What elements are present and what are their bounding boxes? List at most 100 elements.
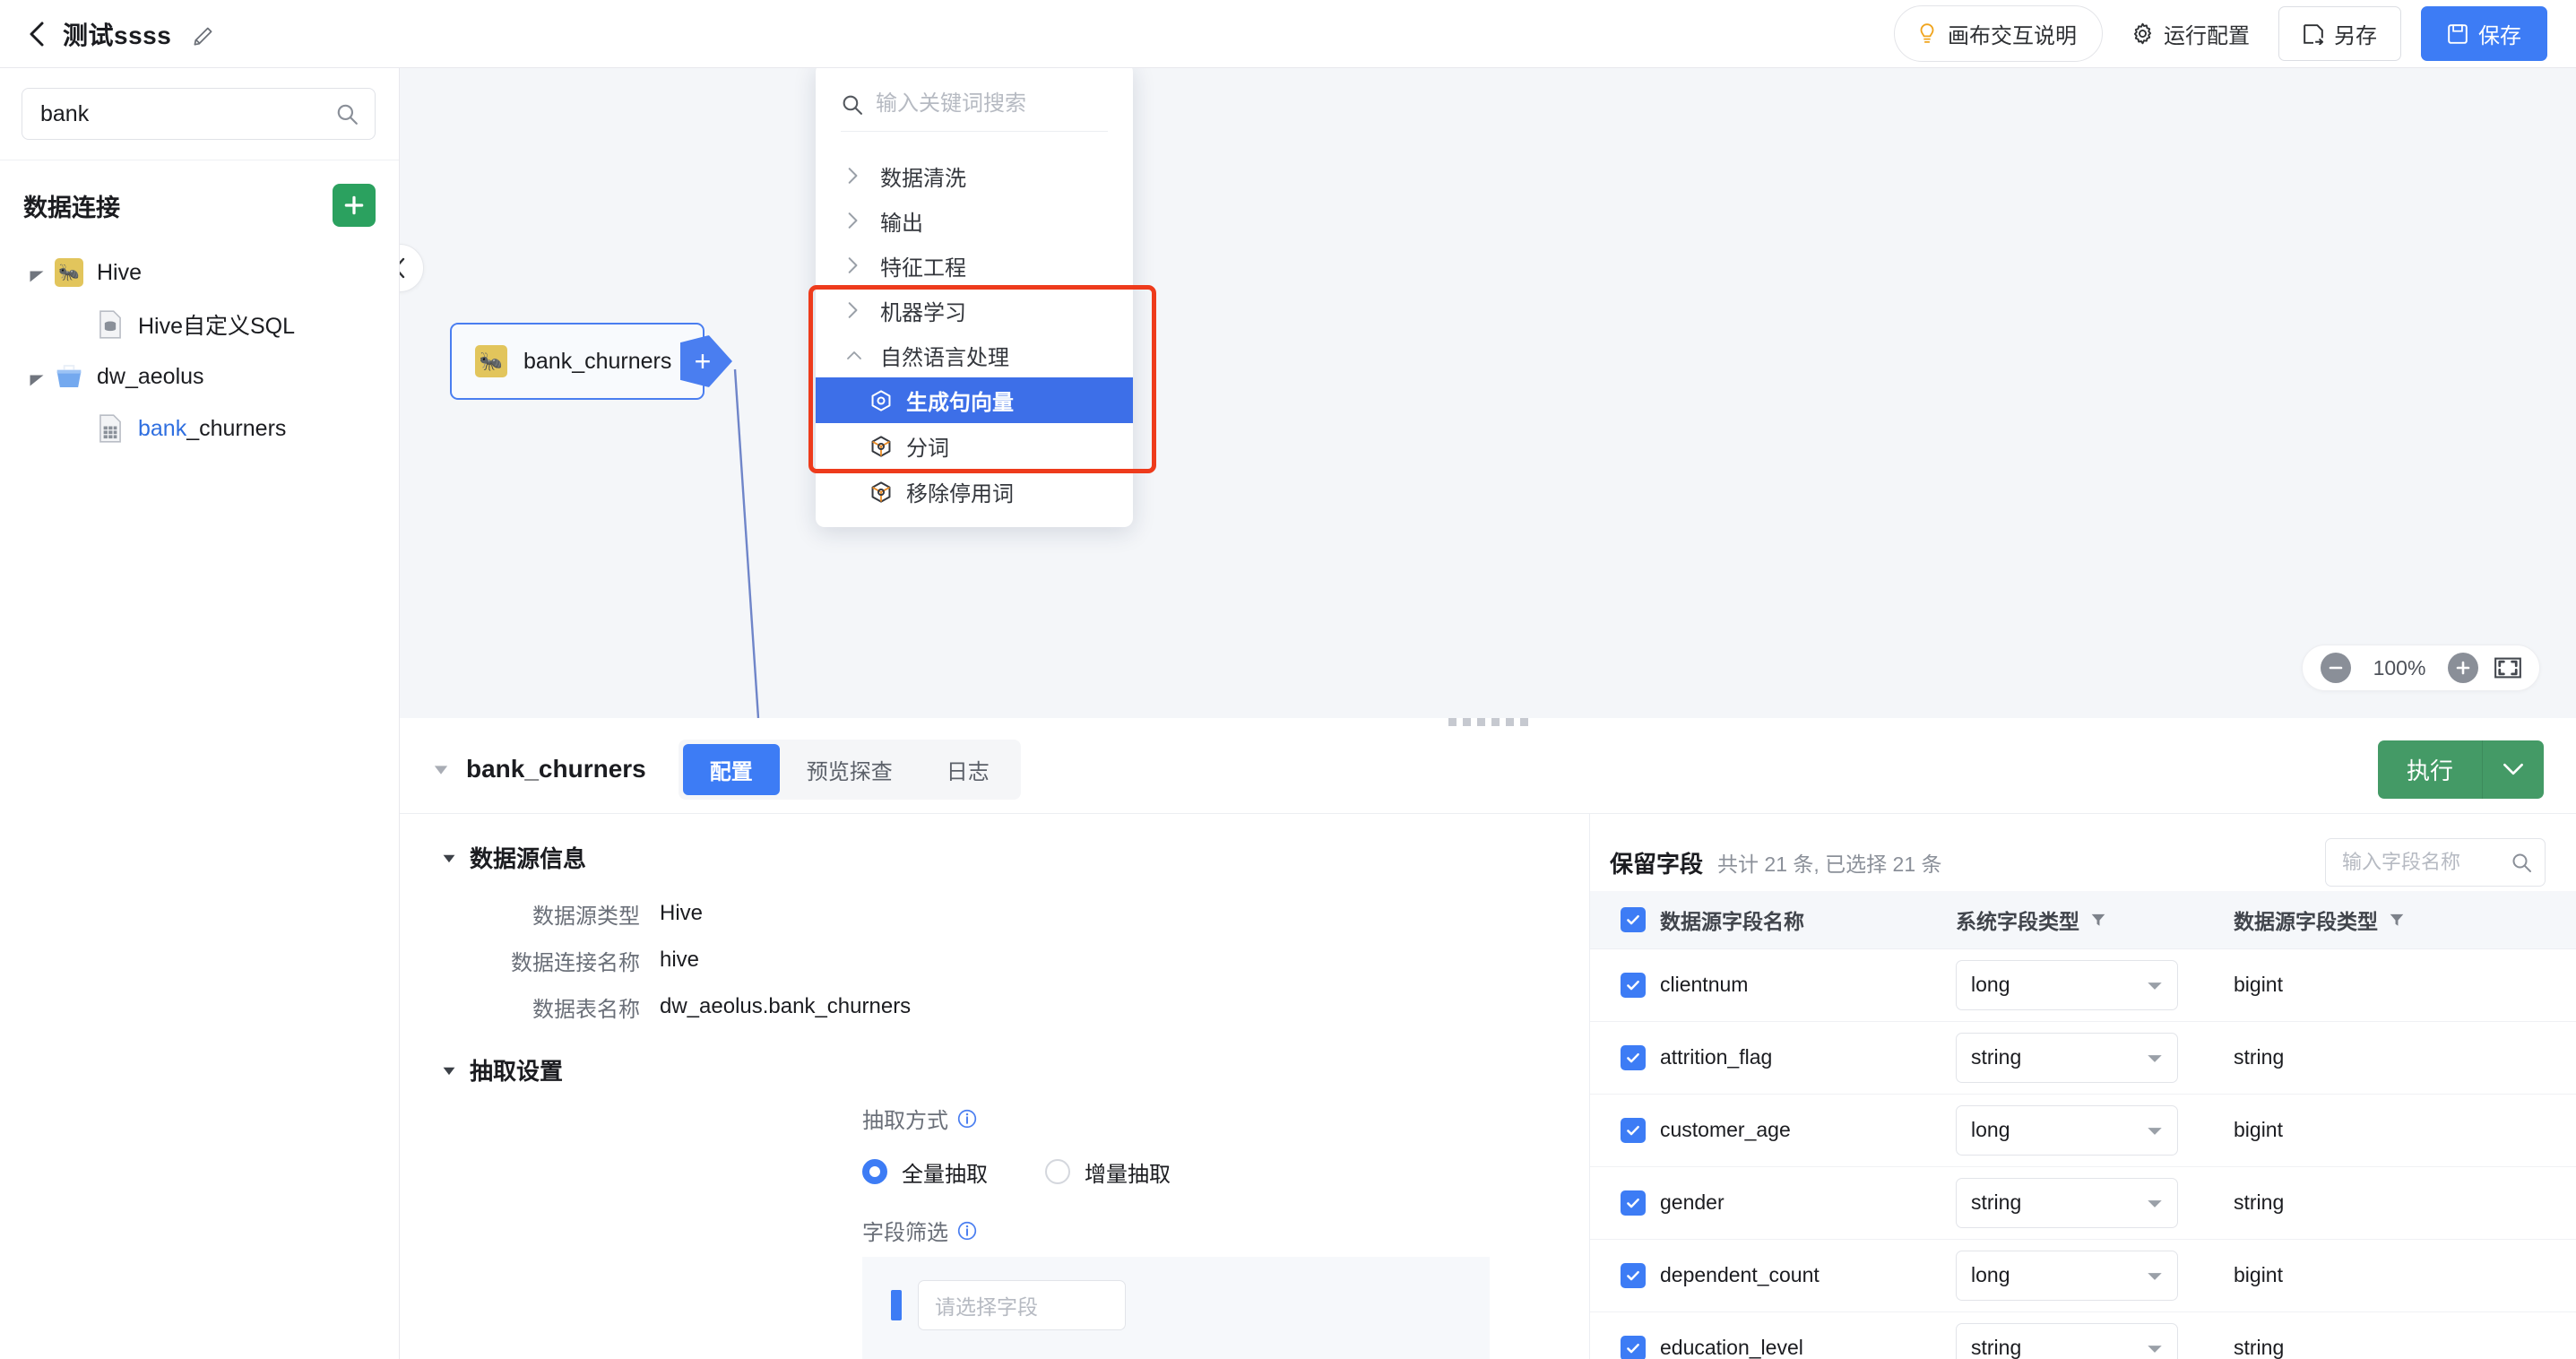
- row-field-name: gender: [1660, 1166, 1956, 1239]
- bottom-panel-title: bank_churners: [466, 755, 646, 783]
- pencil-icon[interactable]: [193, 22, 216, 46]
- tab-preview[interactable]: 预览探查: [780, 744, 920, 795]
- save-label: 保存: [2478, 18, 2521, 49]
- add-connection-button[interactable]: [333, 184, 376, 227]
- extract-mode-radios: 全量抽取 增量抽取: [400, 1145, 1589, 1199]
- column-label: 数据源字段类型: [2234, 905, 2378, 935]
- tree-item-dw-aeolus[interactable]: dw_aeolus: [0, 351, 399, 403]
- bottom-panel: bank_churners 配置 预览探查 日志 执行 数据源: [400, 725, 2576, 1359]
- search-box[interactable]: [22, 88, 376, 140]
- canvas-node-bank-churners[interactable]: 🐜 bank_churners +: [450, 323, 705, 400]
- info-icon[interactable]: [957, 1109, 977, 1129]
- caret-down-icon[interactable]: [29, 368, 47, 385]
- table-row[interactable]: dependent_count long bigint: [1590, 1239, 2576, 1311]
- tree-item-bank-churners[interactable]: bank_churners: [0, 403, 399, 454]
- operator-palette[interactable]: 数据清洗 输出 特征工程: [816, 68, 1133, 527]
- field-search-box[interactable]: [2325, 838, 2546, 887]
- chevron-right-icon: [846, 256, 866, 274]
- column-header-inner: 数据源字段类型: [2234, 905, 2576, 935]
- system-type-select[interactable]: long: [1956, 1251, 2178, 1301]
- caret-down-icon: [441, 850, 457, 866]
- tab-log[interactable]: 日志: [920, 744, 1016, 795]
- save-as-button[interactable]: 另存: [2278, 6, 2401, 61]
- left-sidebar: 数据连接 🐜 Hive Hive自定义: [0, 68, 400, 1359]
- fit-screen-icon[interactable]: [2494, 657, 2521, 679]
- chevron-down-icon: [2147, 1336, 2163, 1359]
- row-checkbox[interactable]: [1621, 1336, 1646, 1359]
- search-icon[interactable]: [2511, 852, 2532, 873]
- filter-icon[interactable]: [2090, 912, 2106, 928]
- palette-group-data-cleaning[interactable]: 数据清洗: [816, 153, 1133, 198]
- row-source-type: bigint: [2234, 948, 2576, 1021]
- save-button[interactable]: 保存: [2421, 6, 2547, 61]
- collapse-caret-icon[interactable]: [432, 760, 450, 778]
- palette-group-label: 特征工程: [880, 250, 966, 281]
- palette-group-nlp[interactable]: 自然语言处理: [816, 333, 1133, 377]
- chevron-up-icon: [846, 346, 866, 364]
- run-button-label[interactable]: 执行: [2378, 740, 2483, 799]
- info-icon[interactable]: [957, 1221, 977, 1241]
- select-all-checkbox[interactable]: [1621, 907, 1646, 932]
- system-type-select[interactable]: string: [1956, 1178, 2178, 1228]
- chevron-down-icon: [2147, 1118, 2163, 1142]
- chevron-down-icon[interactable]: [2483, 740, 2544, 799]
- zoom-in-button[interactable]: [2448, 653, 2478, 683]
- system-type-select[interactable]: string: [1956, 1323, 2178, 1359]
- palette-search-input[interactable]: [876, 91, 1108, 117]
- row-checkbox[interactable]: [1621, 1045, 1646, 1070]
- table-row[interactable]: gender string string: [1590, 1166, 2576, 1239]
- row-checkbox[interactable]: [1621, 1190, 1646, 1216]
- radio-full-extract[interactable]: 全量抽取: [862, 1156, 988, 1188]
- table-row[interactable]: clientnum long bigint: [1590, 948, 2576, 1021]
- tab-config[interactable]: 配置: [683, 744, 780, 795]
- back-chevron-icon[interactable]: [27, 24, 47, 44]
- run-button[interactable]: 执行: [2378, 740, 2544, 799]
- search-input[interactable]: [40, 101, 335, 127]
- field-select[interactable]: 请选择字段: [918, 1280, 1126, 1330]
- palette-item-sentence-vector[interactable]: 生成句向量: [816, 377, 1133, 423]
- table-row[interactable]: attrition_flag string string: [1590, 1021, 2576, 1094]
- caret-down-icon[interactable]: [29, 264, 47, 281]
- bottom-panel-tabs: 配置 预览探查 日志: [679, 740, 1021, 800]
- run-config-button[interactable]: 运行配置: [2122, 6, 2259, 61]
- palette-item-remove-stopwords[interactable]: 移除停用词: [816, 469, 1133, 515]
- system-type-select[interactable]: long: [1956, 960, 2178, 1010]
- tree-item-label: Hive自定义SQL: [138, 308, 295, 341]
- chevron-down-icon: [2147, 1045, 2163, 1069]
- flow-canvas[interactable]: 🐜 bank_churners + 数据清洗: [400, 68, 2576, 718]
- radio-incremental-extract[interactable]: 增量抽取: [1045, 1156, 1171, 1188]
- table-row[interactable]: customer_age long bigint: [1590, 1094, 2576, 1166]
- zoom-out-button[interactable]: [2321, 653, 2351, 683]
- field-filter-row: 请选择字段: [862, 1280, 1490, 1330]
- filter-icon[interactable]: [2389, 912, 2405, 928]
- palette-search[interactable]: [841, 91, 1108, 132]
- field-search-input[interactable]: [2342, 851, 2511, 874]
- row-system-type-cell: string: [1956, 1021, 2234, 1094]
- canvas-help-label: 画布交互说明: [1948, 18, 2077, 49]
- datasource-section-title[interactable]: 数据源信息: [400, 841, 1589, 874]
- panel-resize-handle[interactable]: [400, 718, 2576, 725]
- system-type-select[interactable]: long: [1956, 1105, 2178, 1156]
- row-system-type-cell: long: [1956, 1239, 2234, 1311]
- row-checkbox[interactable]: [1621, 1118, 1646, 1143]
- row-checkbox[interactable]: [1621, 973, 1646, 998]
- radio-dot: [1045, 1159, 1070, 1184]
- tree-item-hive-custom-sql[interactable]: Hive自定义SQL: [0, 299, 399, 351]
- table-header-row: 数据源字段名称 系统字段类型: [1590, 891, 2576, 948]
- tree-item-hive[interactable]: 🐜 Hive: [0, 247, 399, 299]
- palette-group-feature-engineering[interactable]: 特征工程: [816, 243, 1133, 288]
- extract-section-title[interactable]: 抽取设置: [400, 1053, 1589, 1086]
- palette-group-machine-learning[interactable]: 机器学习: [816, 288, 1133, 333]
- sidebar-collapse-button[interactable]: [400, 244, 424, 292]
- canvas-help-button[interactable]: 画布交互说明: [1894, 5, 2103, 62]
- row-checkbox[interactable]: [1621, 1263, 1646, 1288]
- node-add-handle[interactable]: +: [680, 335, 732, 387]
- system-type-select[interactable]: string: [1956, 1033, 2178, 1083]
- palette-item-tokenize[interactable]: 分词: [816, 423, 1133, 469]
- row-checkbox-cell: [1590, 1021, 1660, 1094]
- table-row[interactable]: education_level string string: [1590, 1311, 2576, 1359]
- palette-group-output[interactable]: 输出: [816, 198, 1133, 243]
- top-bar-left: 测试ssss: [0, 16, 216, 52]
- search-icon[interactable]: [335, 102, 359, 126]
- cube-icon: [869, 480, 893, 504]
